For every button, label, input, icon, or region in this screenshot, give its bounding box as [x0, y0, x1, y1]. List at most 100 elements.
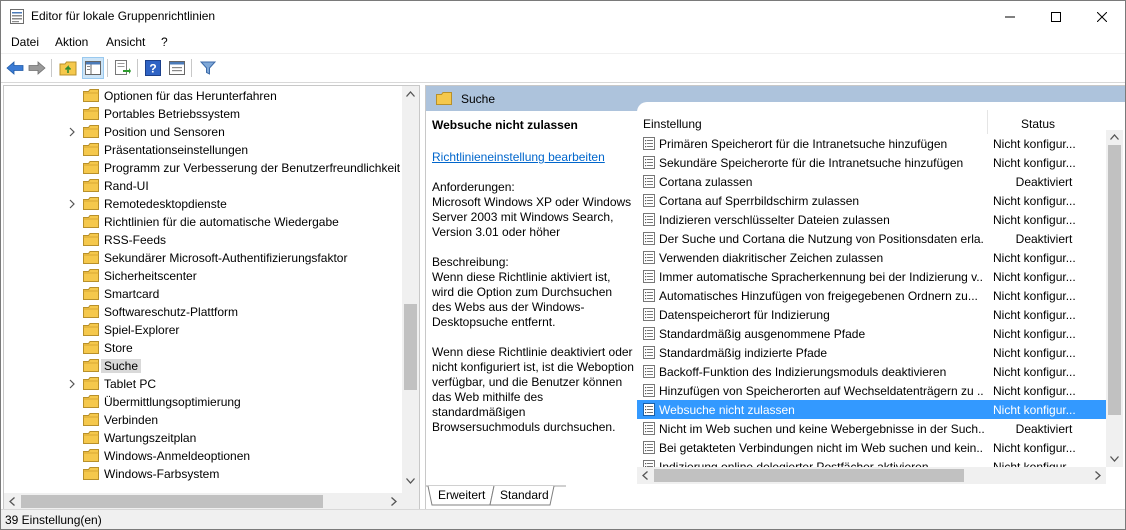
setting-row[interactable]: Backoff-Funktion des Indizierungsmoduls … — [637, 362, 1106, 381]
setting-row[interactable]: Standardmäßig ausgenommene Pfade Nicht ko… — [637, 324, 1106, 343]
tree-item[interactable]: Softwareschutz-Plattform — [4, 303, 402, 321]
tree-scroll-thumb[interactable] — [404, 304, 417, 390]
setting-row[interactable]: Immer automatische Spracherkennung bei d… — [637, 267, 1106, 286]
setting-status: Nicht konfigur... — [993, 194, 1076, 208]
folder-up-icon — [59, 61, 77, 76]
tab-erweitert[interactable]: Erweitert — [432, 488, 491, 505]
setting-row[interactable]: Verwenden diakritischer Zeichen zulassen… — [637, 248, 1106, 267]
tree-item[interactable]: Präsentationseinstellungen — [4, 141, 402, 159]
policy-setting-icon — [643, 175, 655, 188]
close-button[interactable] — [1079, 1, 1125, 32]
scroll-down-icon[interactable] — [1110, 456, 1119, 462]
setting-row[interactable]: Indizieren verschlüsselter Dateien zulas… — [637, 210, 1106, 229]
menu-ansicht[interactable]: Ansicht — [106, 35, 145, 49]
scroll-up-icon[interactable] — [1110, 134, 1119, 140]
column-header-setting[interactable]: Einstellung — [637, 102, 989, 134]
setting-row[interactable]: Sekundäre Speicherorte für die Intranets… — [637, 153, 1106, 172]
status-bar: 39 Einstellung(en) — [1, 509, 1125, 529]
back-arrow-icon — [6, 61, 24, 75]
tree-item[interactable]: Suche — [4, 357, 402, 375]
tab-standard[interactable]: Standard — [494, 488, 555, 505]
setting-row[interactable]: Websuche nicht zulassen Nicht konfigur... — [637, 400, 1106, 419]
expand-chevron-icon[interactable] — [68, 379, 76, 389]
tree-item[interactable]: Portables Betriebssystem — [4, 105, 402, 123]
setting-name: Standardmäßig ausgenommene Pfade — [659, 327, 866, 341]
policy-setting-icon — [643, 327, 655, 340]
edit-policy-link[interactable]: Richtlinieneinstellung bearbeiten — [432, 150, 605, 164]
scroll-down-icon[interactable] — [406, 478, 415, 484]
list-hscroll-thumb[interactable] — [654, 469, 964, 482]
setting-row[interactable]: Nicht im Web suchen und keine Webergebni… — [637, 419, 1106, 438]
show-hide-tree-button[interactable] — [82, 57, 104, 79]
forward-arrow-icon — [28, 61, 46, 75]
menu-datei[interactable]: Datei — [11, 35, 39, 49]
tree-item-label: Sekundärer Microsoft-Authentifizierungsf… — [104, 251, 348, 265]
setting-status: Nicht konfigur... — [993, 384, 1076, 398]
expand-chevron-icon[interactable] — [68, 199, 76, 209]
scroll-right-icon[interactable] — [391, 497, 397, 506]
tree-item[interactable]: Verbinden — [4, 411, 402, 429]
tree-item[interactable]: Übermittlungsoptimierung — [4, 393, 402, 411]
export-list-icon — [115, 60, 131, 75]
scroll-up-icon[interactable] — [406, 91, 415, 97]
tree-item[interactable]: Spiel-Explorer — [4, 321, 402, 339]
setting-row[interactable]: Cortana zulassen Deaktiviert — [637, 172, 1106, 191]
forward-button[interactable] — [27, 58, 47, 78]
policy-setting-icon — [643, 213, 655, 226]
settings-list[interactable]: Einstellung Status Primären Speicherort … — [637, 102, 1125, 485]
setting-status: Deaktiviert — [1015, 422, 1073, 436]
tree-item[interactable]: Rand-UI — [4, 177, 402, 195]
setting-row[interactable]: Primären Speicherort für die Intranetsuc… — [637, 134, 1106, 153]
list-vertical-scrollbar[interactable] — [1106, 130, 1123, 467]
tree-item[interactable]: Programm zur Verbesserung der Benutzerfr… — [4, 159, 402, 177]
tree-item[interactable]: Wartungszeitplan — [4, 429, 402, 447]
list-scroll-thumb[interactable] — [1108, 145, 1121, 415]
tree-item[interactable]: Position und Sensoren — [4, 123, 402, 141]
tree-item[interactable]: Remotedesktopdienste — [4, 195, 402, 213]
list-horizontal-scrollbar[interactable] — [637, 467, 1106, 484]
filter-button[interactable] — [198, 58, 218, 78]
tree-item-label: Softwareschutz-Plattform — [104, 305, 239, 319]
tree-item-label: Store — [104, 341, 133, 355]
tree-item[interactable]: Smartcard — [4, 285, 402, 303]
tree-item[interactable]: Sicherheitscenter — [4, 267, 402, 285]
tree-item[interactable]: RSS-Feeds — [4, 231, 402, 249]
help-button[interactable]: ? — [143, 58, 163, 78]
tree-item[interactable]: Store — [4, 339, 402, 357]
tree-item[interactable]: Sekundärer Microsoft-Authentifizierungsf… — [4, 249, 402, 267]
scroll-left-icon[interactable] — [9, 497, 15, 506]
properties-button[interactable] — [167, 58, 187, 78]
requirements-text: Anforderungen: Microsoft Windows XP oder… — [432, 180, 632, 239]
tree-item[interactable]: Tablet PC — [4, 375, 402, 393]
tree-vertical-scrollbar[interactable] — [402, 86, 419, 493]
tree-item[interactable]: Windows-Farbsystem — [4, 465, 402, 483]
title-bar[interactable]: Editor für lokale Gruppenrichtlinien — [1, 1, 1125, 32]
column-header-status[interactable]: Status — [988, 102, 1106, 134]
folder-icon — [83, 359, 99, 372]
setting-row[interactable]: Hinzufügen von Speicherorten auf Wechsel… — [637, 381, 1106, 400]
setting-row[interactable]: Datenspeicherort für Indizierung Nicht ko… — [637, 305, 1106, 324]
up-level-button[interactable] — [58, 58, 78, 78]
scroll-right-icon[interactable] — [1095, 471, 1101, 480]
back-button[interactable] — [5, 58, 25, 78]
tree-item[interactable]: Windows-Anmeldeoptionen — [4, 447, 402, 465]
tree-horizontal-scrollbar[interactable] — [4, 493, 402, 510]
tree-item[interactable]: Optionen für das Herunterfahren — [4, 87, 402, 105]
folder-icon — [83, 107, 99, 120]
maximize-button[interactable] — [1033, 1, 1079, 32]
scroll-left-icon[interactable] — [642, 471, 648, 480]
export-list-button[interactable] — [113, 58, 133, 78]
menu-aktion[interactable]: Aktion — [55, 35, 88, 49]
tree-item[interactable]: Richtlinien für die automatische Wiederg… — [4, 213, 402, 231]
setting-row[interactable]: Automatisches Hinzufügen von freigegeben… — [637, 286, 1106, 305]
setting-row[interactable]: Der Suche und Cortana die Nutzung von Po… — [637, 229, 1106, 248]
menu-help[interactable]: ? — [161, 35, 168, 49]
folder-icon — [83, 197, 99, 210]
setting-row[interactable]: Standardmäßig indizierte Pfade Nicht konf… — [637, 343, 1106, 362]
expand-chevron-icon[interactable] — [68, 127, 76, 137]
tree-hscroll-thumb[interactable] — [21, 495, 323, 508]
setting-row[interactable]: Cortana auf Sperrbildschirm zulassen Nich… — [637, 191, 1106, 210]
navigation-tree[interactable]: Optionen für das Herunterfahren Portables… — [3, 85, 420, 511]
setting-row[interactable]: Bei getakteten Verbindungen nicht im Web… — [637, 438, 1106, 457]
minimize-button[interactable] — [987, 1, 1033, 32]
